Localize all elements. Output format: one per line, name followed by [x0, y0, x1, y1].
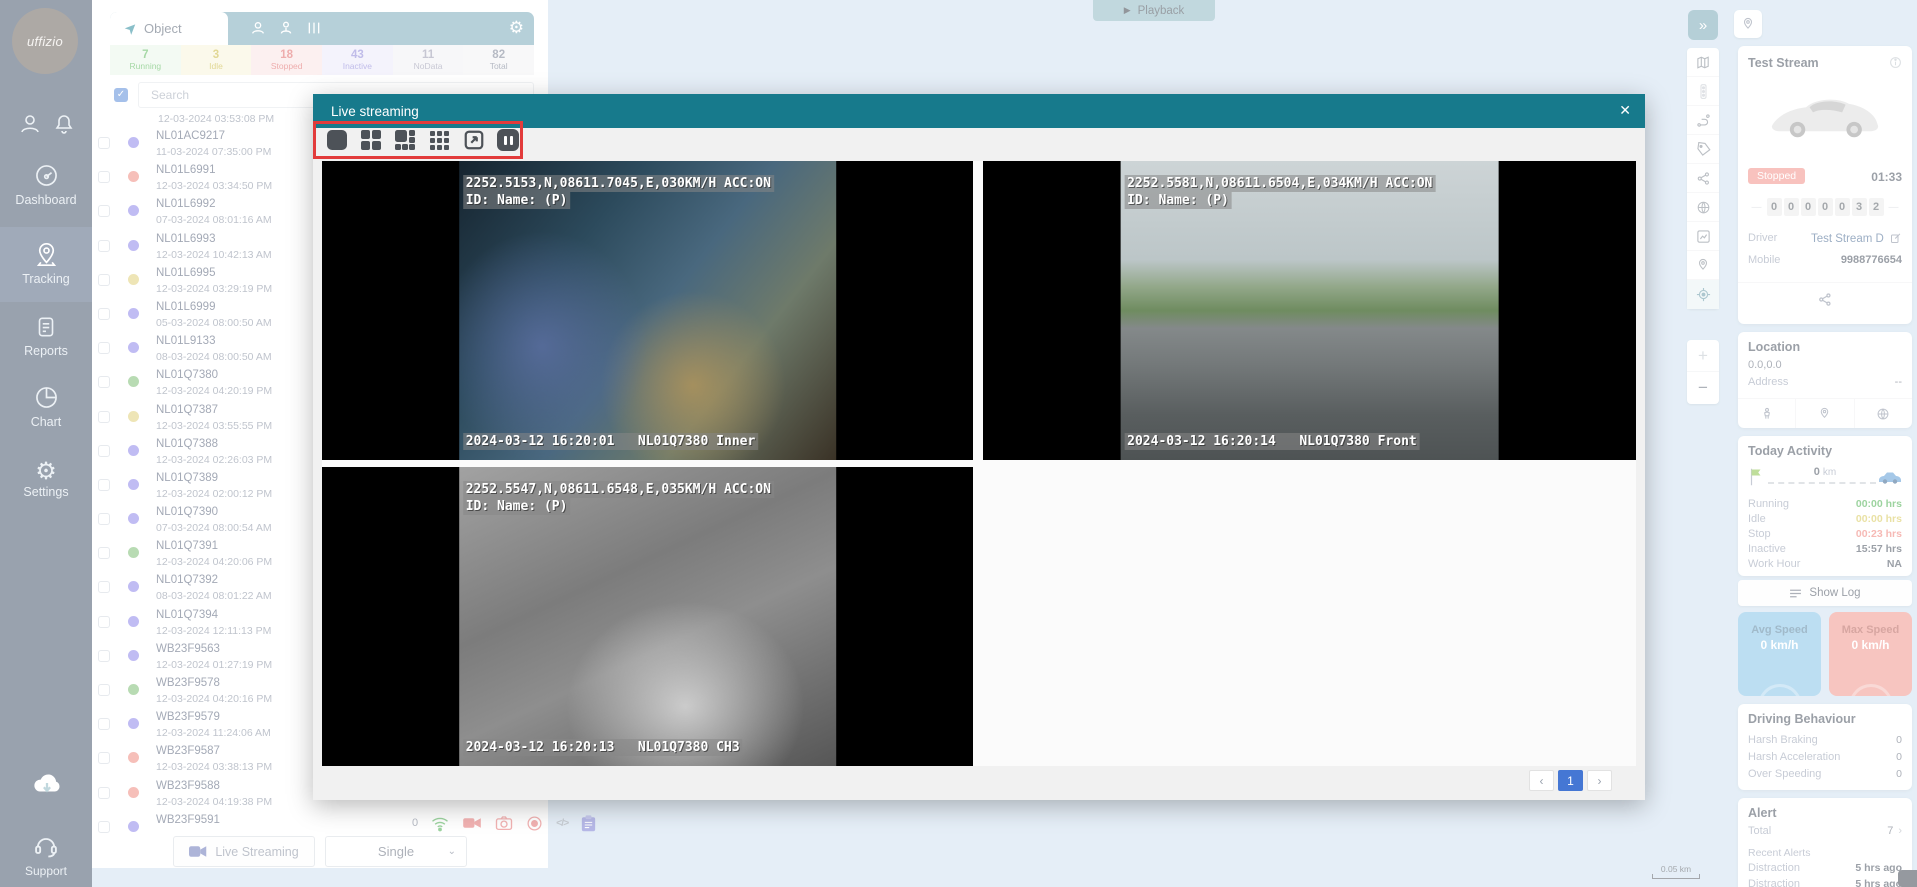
modal-title: Live streaming — [331, 104, 419, 119]
gps-overlay: 2252.5547,N,08611.6548,E,035KM/H ACC:ON — [463, 481, 774, 498]
id-overlay: ID: Name: (P) — [1124, 192, 1232, 209]
layout-five-button[interactable] — [394, 127, 417, 153]
pause-icon — [497, 129, 519, 151]
video-frame: 2252.5153,N,08611.7045,E,030KM/H ACC:ON … — [459, 161, 837, 460]
live-streaming-modal: Live streaming ✕ 2252.5153,N,08611.7045,… — [313, 94, 1645, 800]
video-frame: 2252.5581,N,08611.6504,E,034KM/H ACC:ON … — [1120, 161, 1499, 460]
close-icon[interactable]: ✕ — [1619, 102, 1631, 119]
video-tile[interactable]: 2252.5547,N,08611.6548,E,035KM/H ACC:ON … — [322, 467, 973, 766]
timestamp-overlay: 2024-03-12 16:20:14 NL01Q7380 Front — [1124, 433, 1420, 450]
timestamp-overlay: 2024-03-12 16:20:13 NL01Q7380 CH3 — [463, 739, 743, 756]
nine-layout-icon — [430, 131, 449, 150]
layout-nine-button[interactable] — [428, 127, 451, 153]
page-1-button[interactable]: 1 — [1558, 770, 1583, 791]
app-root: uffizio Dashboard Tracking Reports Chart… — [0, 0, 1917, 887]
layout-toolbar-highlight — [313, 121, 523, 159]
pagination: ‹ 1 › — [1529, 770, 1612, 791]
gps-overlay: 2252.5153,N,08611.7045,E,030KM/H ACC:ON — [463, 175, 774, 192]
single-layout-icon — [327, 130, 347, 150]
layout-quad-button[interactable] — [359, 127, 382, 153]
gps-overlay: 2252.5581,N,08611.6504,E,034KM/H ACC:ON — [1124, 175, 1435, 192]
id-overlay: ID: Name: (P) — [463, 192, 571, 209]
video-tile[interactable]: 2252.5153,N,08611.7045,E,030KM/H ACC:ON … — [322, 161, 973, 460]
pause-all-button[interactable] — [497, 127, 520, 153]
five-layout-icon — [395, 130, 415, 150]
prev-page-button[interactable]: ‹ — [1529, 770, 1554, 791]
id-overlay: ID: Name: (P) — [463, 498, 571, 515]
fullscreen-button[interactable] — [462, 127, 485, 153]
video-tile[interactable]: 2252.5581,N,08611.6504,E,034KM/H ACC:ON … — [983, 161, 1636, 460]
quad-layout-icon — [361, 130, 381, 150]
layout-single-button[interactable] — [325, 127, 348, 153]
video-frame: 2252.5547,N,08611.6548,E,035KM/H ACC:ON … — [459, 467, 837, 766]
timestamp-overlay: 2024-03-12 16:20:01 NL01Q7380 Inner — [463, 433, 759, 450]
expand-icon — [463, 129, 485, 151]
video-grid: 2252.5153,N,08611.7045,E,030KM/H ACC:ON … — [322, 161, 1636, 766]
next-page-button[interactable]: › — [1587, 770, 1612, 791]
